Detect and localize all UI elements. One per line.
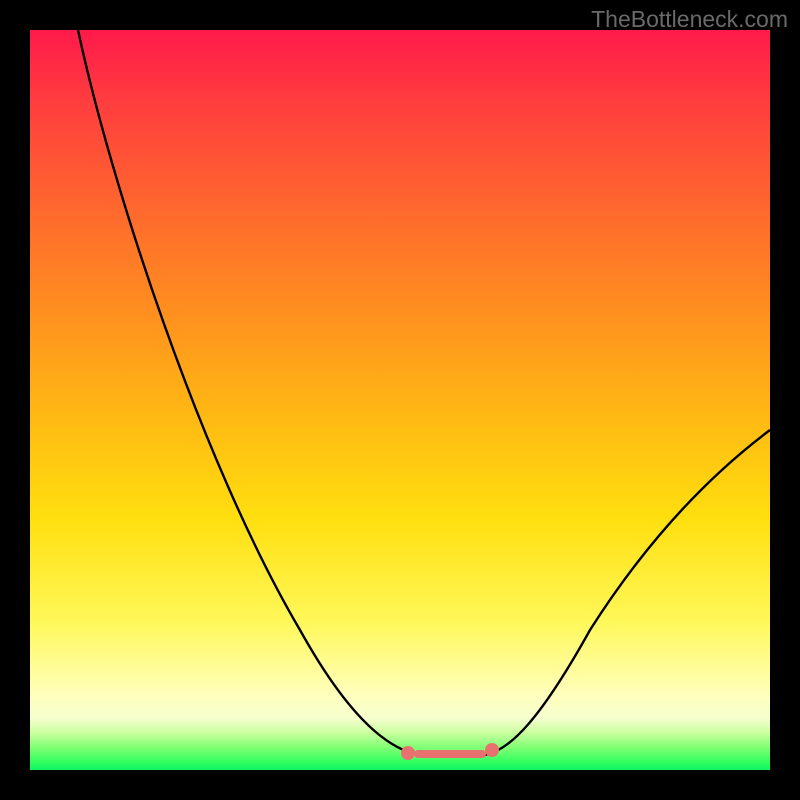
- floor-stub: [30, 30, 770, 770]
- attribution-label: TheBottleneck.com: [591, 6, 788, 33]
- stub-bar: [414, 750, 486, 758]
- chart-frame: TheBottleneck.com: [0, 0, 800, 800]
- stub-left-dot: [401, 746, 415, 760]
- plot-area: [30, 30, 770, 770]
- stub-right-dot: [485, 743, 499, 757]
